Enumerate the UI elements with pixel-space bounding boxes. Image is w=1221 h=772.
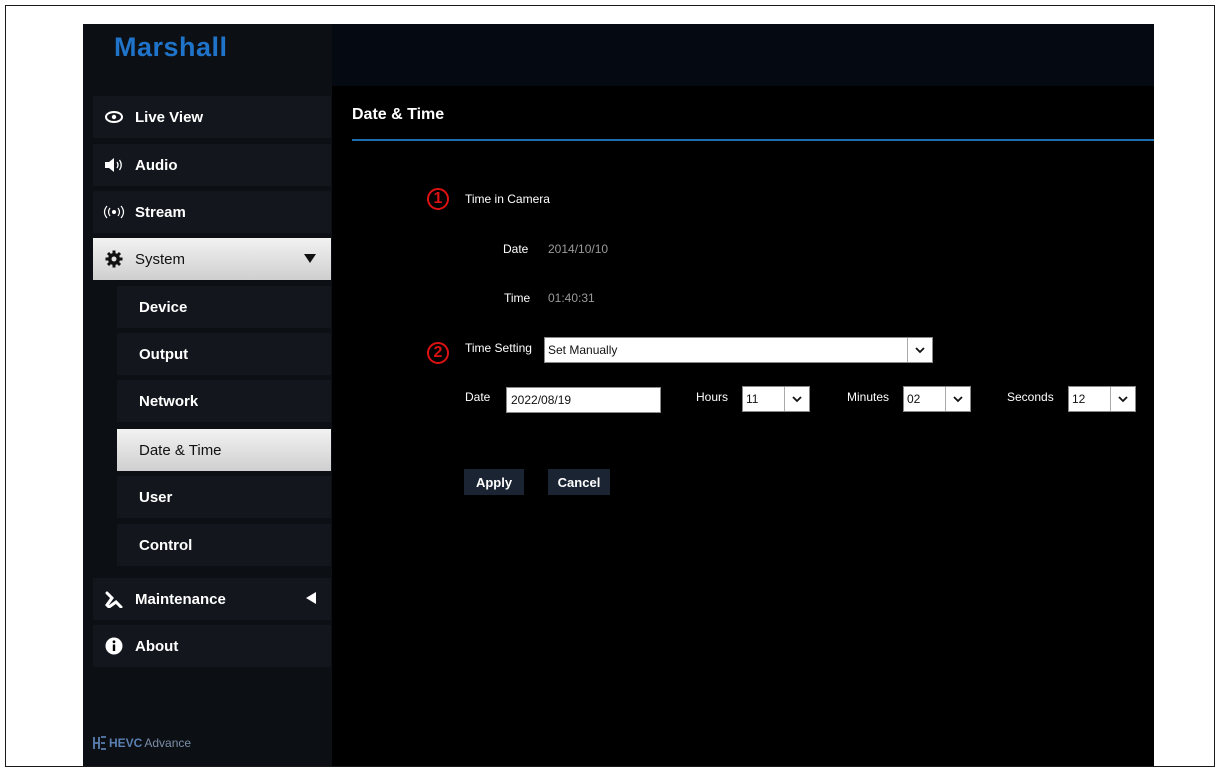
nav-label: System <box>135 250 186 268</box>
subnav-network[interactable]: Network <box>117 380 331 422</box>
caret-down-icon <box>303 251 317 268</box>
marker-2: 2 <box>427 342 449 364</box>
broadcast-icon <box>103 205 125 219</box>
subnav-user[interactable]: User <box>117 476 331 518</box>
chevron-down-icon[interactable] <box>784 387 809 411</box>
nav-audio[interactable]: Audio <box>93 144 331 186</box>
nav-label: Stream <box>135 203 186 221</box>
marker-1: 1 <box>427 188 449 210</box>
subnav-label: User <box>139 488 173 506</box>
chevron-down-icon[interactable] <box>945 387 970 411</box>
nav-system[interactable]: System <box>93 238 331 280</box>
caret-left-icon <box>305 591 317 609</box>
gear-icon <box>103 250 125 268</box>
subnav-label: Date & Time <box>139 441 222 459</box>
apply-button[interactable]: Apply <box>464 469 524 495</box>
page-title: Date & Time <box>352 106 445 123</box>
set-date-label: Date <box>465 390 491 404</box>
eye-icon <box>103 111 125 123</box>
advance-text: Advance <box>144 736 192 750</box>
title-divider <box>352 139 1154 141</box>
subnav-output[interactable]: Output <box>117 333 331 375</box>
minutes-label: Minutes <box>847 390 890 404</box>
minutes-select[interactable]: 02 <box>903 386 971 412</box>
subnav-label: Network <box>139 392 199 410</box>
subnav-label: Control <box>139 536 193 554</box>
camera-date-value: 2014/10/10 <box>548 242 609 256</box>
nav-stream[interactable]: Stream <box>93 191 331 233</box>
date-input[interactable]: 2022/08/19 <box>506 387 661 413</box>
nav-about[interactable]: About <box>93 625 331 667</box>
hevc-advance-logo: HEVC Advance <box>93 736 191 750</box>
time-setting-value: Set Manually <box>548 343 618 357</box>
camera-time-value: 01:40:31 <box>548 291 595 305</box>
hours-label: Hours <box>696 390 729 404</box>
subnav-control[interactable]: Control <box>117 524 331 566</box>
hours-select[interactable]: 11 <box>742 386 810 412</box>
subnav-label: Device <box>139 298 188 316</box>
wrench-icon <box>103 590 125 608</box>
chevron-down-icon[interactable] <box>1110 387 1135 411</box>
seconds-value: 12 <box>1072 392 1086 406</box>
speaker-icon <box>103 157 125 173</box>
nav-label: Maintenance <box>135 590 226 608</box>
camera-date-label: Date <box>503 242 529 256</box>
cancel-button[interactable]: Cancel <box>548 469 610 495</box>
nav-maintenance[interactable]: Maintenance <box>93 578 331 620</box>
seconds-label: Seconds <box>1007 390 1054 404</box>
brand-logo: Marshall <box>114 32 228 62</box>
chevron-down-icon[interactable] <box>907 338 932 362</box>
time-setting-label: Time Setting <box>465 341 532 355</box>
seconds-select[interactable]: 12 <box>1068 386 1136 412</box>
camera-time-label: Time <box>504 291 531 305</box>
camera-web-ui: Marshall Live View Audio Stream System D… <box>83 24 1154 766</box>
hours-value: 11 <box>746 392 759 406</box>
minutes-value: 02 <box>907 392 921 406</box>
subnav-label: Output <box>139 345 189 363</box>
hevc-text: HEVC <box>109 736 143 750</box>
nav-label: Audio <box>135 156 178 174</box>
time-setting-select[interactable]: Set Manually <box>544 337 933 363</box>
subnav-date-time[interactable]: Date & Time <box>117 429 331 471</box>
nav-label: Live View <box>135 108 204 126</box>
top-bar <box>332 24 1154 86</box>
nav-label: About <box>135 637 179 655</box>
subnav-device[interactable]: Device <box>117 286 331 328</box>
time-in-camera-label: Time in Camera <box>465 192 550 206</box>
sidebar: Marshall Live View Audio Stream System D… <box>83 24 332 766</box>
nav-live-view[interactable]: Live View <box>93 96 331 138</box>
info-icon <box>103 637 125 655</box>
